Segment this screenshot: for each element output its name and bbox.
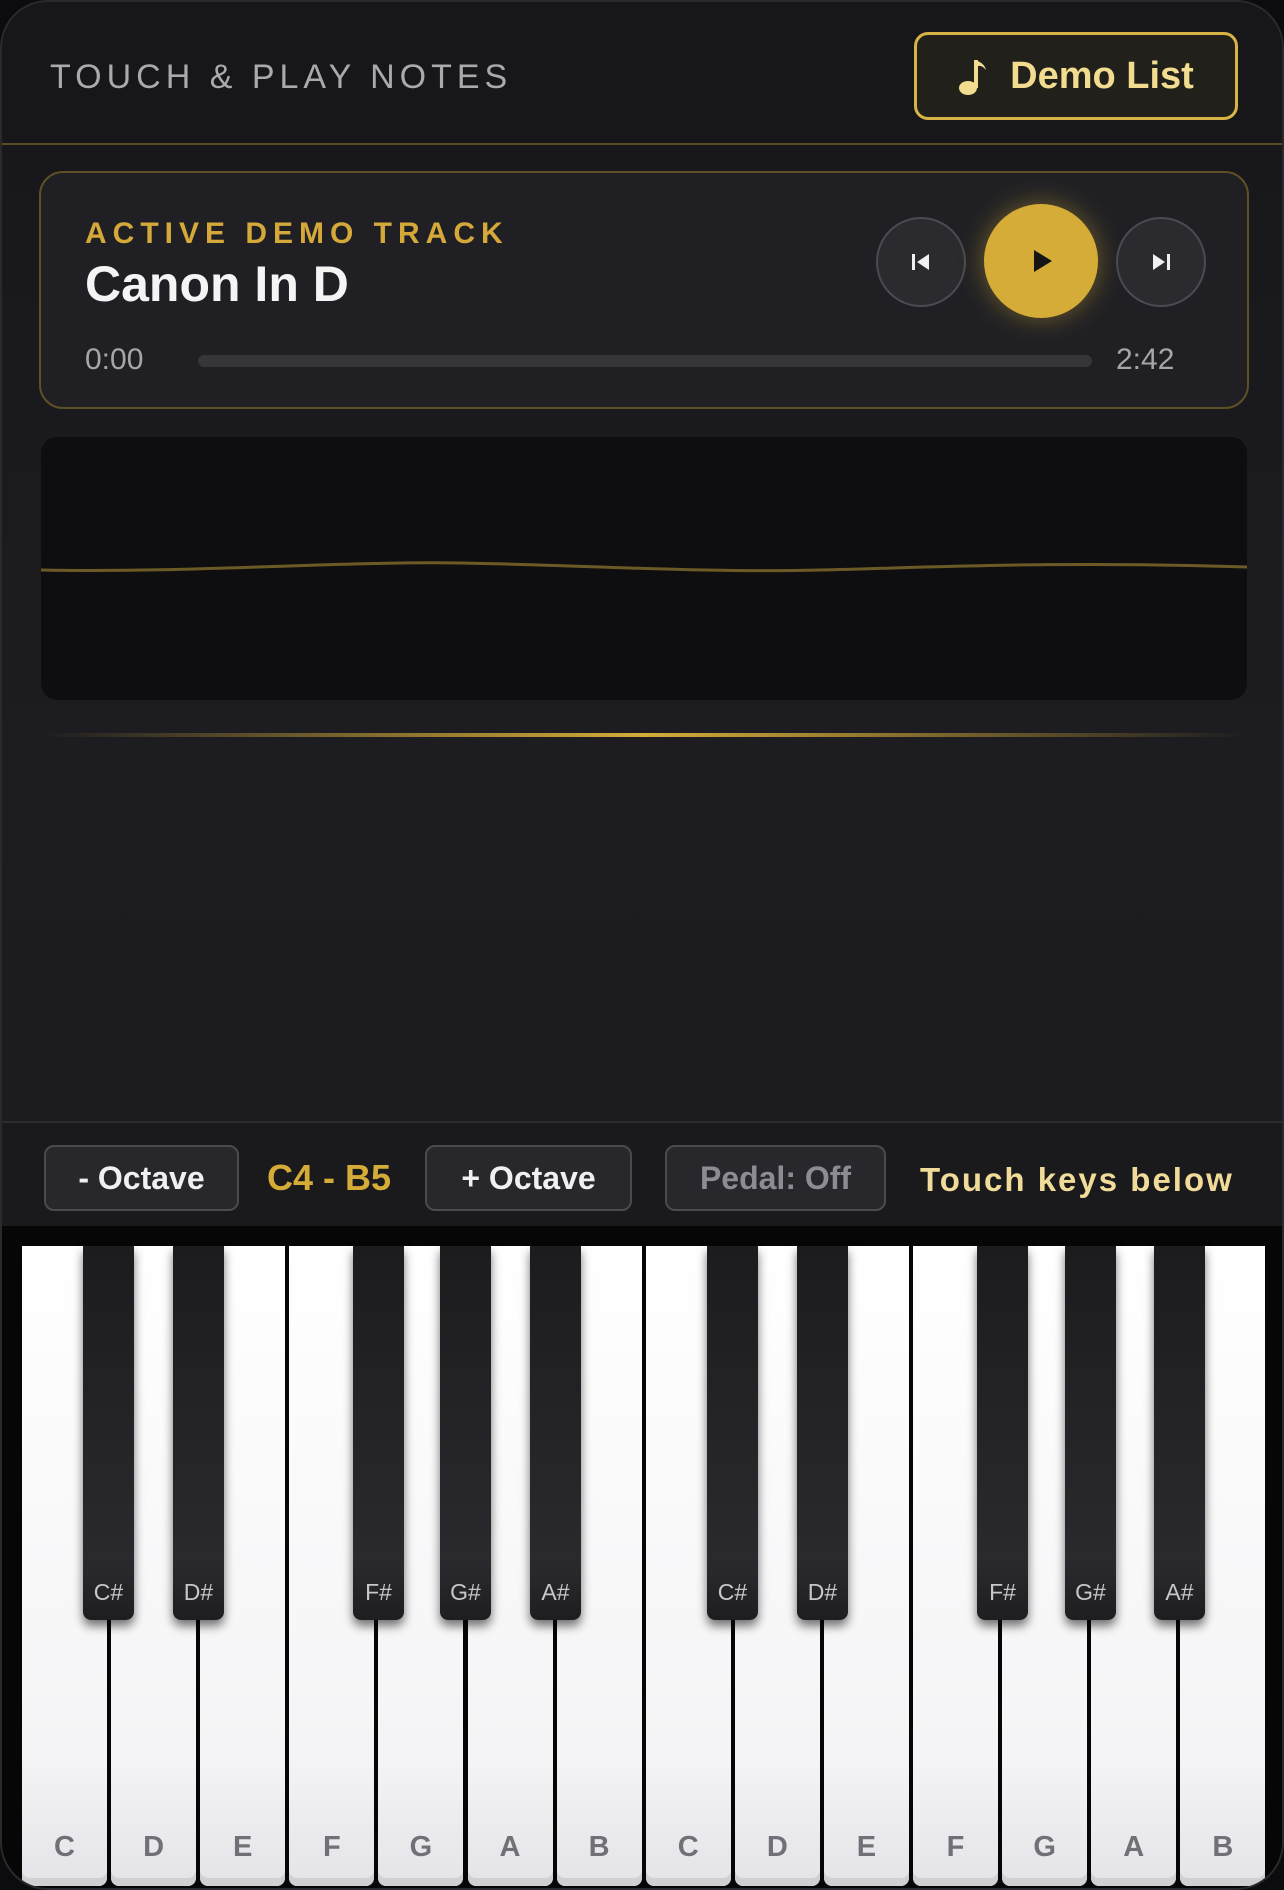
previous-track-icon xyxy=(912,254,929,270)
black-key-label: A# xyxy=(1165,1579,1194,1605)
current-time: 0:00 xyxy=(85,343,144,376)
next-track-icon xyxy=(1153,254,1170,270)
touch-hint: Touch keys below xyxy=(920,1161,1234,1198)
demo-list-label: Demo List xyxy=(1010,54,1194,97)
white-key-label: G xyxy=(1033,1831,1056,1863)
demo-list-button[interactable]: Demo List xyxy=(914,32,1238,120)
black-key-c-sharp[interactable]: C# xyxy=(83,1246,134,1620)
black-key-f-sharp[interactable]: F# xyxy=(977,1246,1028,1620)
black-key-c-sharp[interactable]: C# xyxy=(707,1246,758,1620)
black-key-label: C# xyxy=(93,1579,124,1605)
play-button[interactable] xyxy=(984,204,1098,318)
black-key-d-sharp[interactable]: D# xyxy=(173,1246,224,1620)
waveform-visualizer xyxy=(41,437,1247,700)
black-key-d-sharp[interactable]: D# xyxy=(797,1246,848,1620)
white-key-label: E xyxy=(856,1831,877,1863)
black-key-label: F# xyxy=(989,1579,1016,1605)
music-note-icon xyxy=(958,56,988,96)
player-card: ACTIVE DEMO TRACK Canon In D 0:00 2:42 xyxy=(39,171,1249,409)
gold-divider xyxy=(42,733,1246,737)
octave-range-label: C4 - B5 xyxy=(267,1157,392,1198)
white-key-label: B xyxy=(1212,1831,1234,1863)
black-key-label: D# xyxy=(807,1579,838,1605)
white-key-label: B xyxy=(588,1831,610,1863)
app-header: TOUCH & PLAY NOTES Demo List xyxy=(2,2,1282,145)
black-key-g-sharp[interactable]: G# xyxy=(440,1246,491,1620)
white-key-label: D xyxy=(143,1831,165,1863)
waveform-line xyxy=(41,561,1247,573)
black-key-label: C# xyxy=(717,1579,748,1605)
black-key-g-sharp[interactable]: G# xyxy=(1065,1246,1116,1620)
keyboard-controls: - Octave C4 - B5 + Octave Pedal: Off Tou… xyxy=(2,1121,1282,1226)
pedal-toggle[interactable]: Pedal: Off xyxy=(665,1145,886,1211)
total-time: 2:42 xyxy=(1116,343,1175,376)
track-title: Canon In D xyxy=(85,256,349,312)
white-key-label: F xyxy=(322,1831,341,1863)
white-key-label: A xyxy=(499,1831,521,1863)
white-key-label: E xyxy=(233,1831,253,1863)
next-track-button[interactable] xyxy=(1116,217,1206,307)
previous-track-button[interactable] xyxy=(876,217,966,307)
play-icon xyxy=(1034,250,1052,272)
track-kicker: ACTIVE DEMO TRACK xyxy=(85,217,509,250)
octave-up-button[interactable]: + Octave xyxy=(425,1145,632,1211)
white-key-label: C xyxy=(54,1831,75,1863)
white-key-label: D xyxy=(766,1831,788,1863)
progress-bar[interactable] xyxy=(198,355,1092,367)
black-key-a-sharp[interactable]: A# xyxy=(1154,1246,1205,1620)
black-key-a-sharp[interactable]: A# xyxy=(530,1246,581,1620)
octave-down-button[interactable]: - Octave xyxy=(44,1145,239,1211)
black-key-label: G# xyxy=(1075,1579,1106,1605)
black-key-label: D# xyxy=(183,1579,214,1605)
black-key-label: F# xyxy=(365,1579,392,1605)
app-title: TOUCH & PLAY NOTES xyxy=(50,58,513,96)
black-key-label: A# xyxy=(541,1579,570,1605)
white-key-label: A xyxy=(1123,1831,1145,1863)
black-key-label: G# xyxy=(450,1579,481,1605)
white-key-label: C xyxy=(677,1831,699,1863)
white-key-label: F xyxy=(946,1831,965,1863)
black-key-f-sharp[interactable]: F# xyxy=(353,1246,404,1620)
piano-app: TOUCH & PLAY NOTES Demo List ACTIVE DEMO… xyxy=(0,0,1284,1890)
piano-keyboard: C D E F G A B C D E F G A B C# D# F# G# A# C# D# F# G# A# xyxy=(2,1226,1282,1888)
white-key-label: G xyxy=(409,1831,433,1863)
